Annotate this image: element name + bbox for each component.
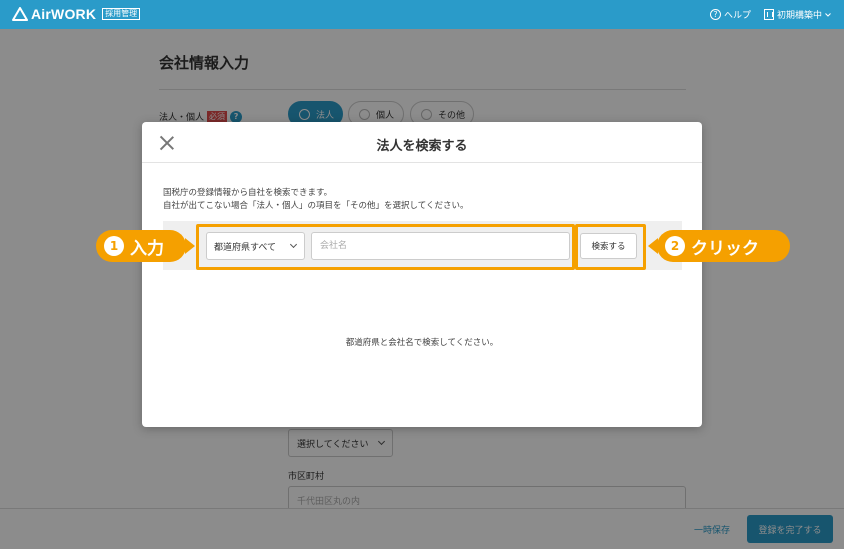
input-highlight-box (196, 224, 575, 270)
chevron-down-icon (825, 12, 831, 17)
top-header: AirWORK 採用管理 ? ヘルプ 初期構築中 (0, 0, 844, 29)
logo-badge: 採用管理 (102, 8, 141, 20)
modal-divider (142, 162, 702, 163)
modal-description-line1: 国税庁の登録情報から自社を検索できます。 (163, 188, 333, 198)
building-icon (764, 9, 774, 20)
help-label: ヘルプ (724, 11, 752, 21)
step2-label: クリック (691, 238, 759, 259)
empty-search-message: 都道府県と会社名で検索してください。 (345, 338, 499, 348)
step2-callout: 2 クリック (648, 230, 790, 262)
help-link[interactable]: ? ヘルプ (710, 8, 751, 21)
step1-callout: 1 入力 (96, 230, 195, 262)
user-menu[interactable]: 初期構築中 (764, 8, 831, 21)
click-highlight-box (575, 224, 646, 270)
user-label: 初期構築中 (777, 11, 823, 21)
step1-number: 1 (104, 236, 124, 256)
step1-label: 入力 (130, 238, 164, 259)
modal-description-line2: 自社が出てこない場合「法人・個人」の項目を「その他」を選択してください。 (163, 201, 469, 211)
question-icon: ? (710, 9, 721, 20)
step2-number: 2 (665, 236, 685, 256)
logo-triangle-icon (12, 7, 28, 21)
corporation-search-modal: 法人を検索する 国税庁の登録情報から自社を検索できます。 自社が出てこない場合「… (142, 122, 702, 427)
logo-text: AirWORK (31, 6, 97, 22)
modal-title: 法人を検索する (376, 139, 468, 154)
airwork-logo[interactable]: AirWORK 採用管理 (12, 6, 141, 22)
